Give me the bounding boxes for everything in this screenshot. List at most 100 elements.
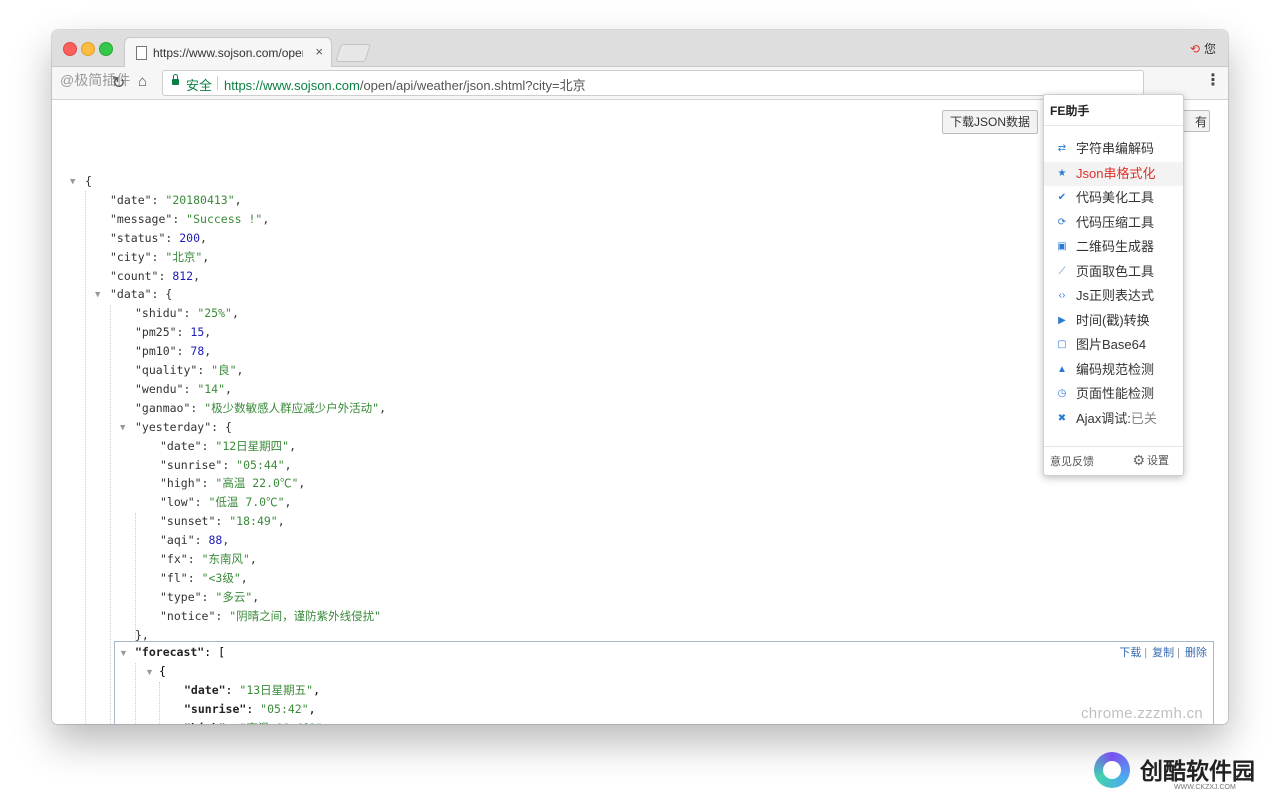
popup-menu-item[interactable]: ▲ 编码规范检测	[1044, 358, 1183, 382]
json-brace: {	[225, 419, 232, 434]
popup-menu-label-text: Json串格式化	[1076, 165, 1156, 181]
popup-menu-item[interactable]: ★ Json串格式化	[1044, 161, 1183, 186]
json-key: "ganmao"	[135, 400, 191, 415]
json-line: "data": {	[110, 285, 172, 304]
json-value: "13日星期五"	[239, 683, 314, 697]
fehelper-popup: FE助手 ⇄ 字符串编解码 ★ Json串格式化 ✔ 代码美化工具 ⟳ 代码压缩工具 ▣ 二维码生…	[1043, 94, 1184, 476]
popup-menu-label-text: Js正则表达式	[1076, 288, 1155, 303]
popup-menu-item[interactable]: ▣ 二维码生成器	[1044, 235, 1183, 259]
collapse-toggle-icon[interactable]: ▼	[145, 667, 154, 677]
json-line: "date": "12日星期四",	[160, 437, 296, 456]
json-key: "high"	[160, 476, 202, 491]
browser-window: https://www.sojson.com/open/ × ⟲ 您 @极简插件 …	[52, 30, 1228, 724]
json-comma: ,	[234, 192, 242, 207]
code-icon: ‹›	[1058, 290, 1066, 301]
json-key: "pm10"	[135, 344, 177, 359]
json-colon: :	[225, 683, 240, 697]
forecast-delete-link[interactable]: 删除	[1185, 647, 1207, 659]
separator: |	[1177, 647, 1180, 659]
popup-menu-item-label: Ajax调试:已关	[1076, 407, 1157, 431]
popup-menu-item[interactable]: ⟳ 代码压缩工具	[1044, 211, 1183, 235]
json-comma: ,	[204, 325, 212, 340]
json-value: "25%"	[197, 306, 232, 321]
indent-guide	[110, 305, 111, 724]
forecast-copy-link[interactable]: 复制	[1152, 647, 1174, 659]
new-tab-button[interactable]	[335, 44, 371, 62]
popup-menu-item[interactable]: ◷ 页面性能检测	[1044, 382, 1183, 406]
settings-button[interactable]: ⚙ 设置	[1132, 452, 1169, 469]
lock-icon	[172, 74, 179, 85]
json-comma: ,	[289, 438, 297, 453]
collapse-toggle-icon[interactable]: ▼	[120, 423, 125, 433]
json-key: "aqi"	[160, 533, 195, 548]
json-key: "high"	[184, 721, 226, 724]
popup-menu-label-text: 二维码生成器	[1076, 239, 1155, 254]
json-comma: ,	[252, 589, 260, 604]
profile-button[interactable]: ⟲ 您	[1190, 40, 1216, 57]
popup-menu-item-label: 二维码生成器	[1076, 235, 1154, 259]
address-bar[interactable]: 安全 https://www.sojson.com/open/api/weath…	[162, 70, 1144, 96]
json-colon: :	[201, 589, 216, 604]
popup-menu-item[interactable]: ✔ 代码美化工具	[1044, 186, 1183, 210]
site-watermark: chrome.zzzmh.cn	[1081, 705, 1204, 722]
forecast-download-link[interactable]: 下载	[1119, 647, 1141, 659]
collapse-toggle-icon[interactable]: ▼	[70, 177, 75, 187]
collapse-toggle-icon[interactable]: ▼	[119, 648, 128, 658]
json-line: "date": "20180413",	[110, 191, 242, 210]
json-colon: :	[204, 645, 219, 659]
json-key: "fl"	[160, 570, 188, 585]
feedback-link[interactable]: 意见反馈	[1050, 453, 1094, 469]
popup-menu-item[interactable]: ‹› Js正则表达式	[1044, 284, 1183, 308]
popup-menu-state: 已关	[1130, 410, 1157, 426]
json-colon: :	[201, 438, 216, 453]
json-brace: {	[85, 174, 92, 188]
window-minimize-button[interactable]	[81, 42, 95, 56]
collapse-toggle-icon[interactable]: ▼	[95, 290, 100, 300]
indent-guide	[159, 682, 160, 724]
json-value: "12日星期四"	[215, 438, 290, 453]
popup-menu-item[interactable]: ▢ 图片Base64	[1044, 333, 1183, 357]
window-maximize-button[interactable]	[99, 42, 113, 56]
popup-menu-item-label: 代码美化工具	[1076, 186, 1154, 210]
popup-menu-label-text: 代码压缩工具	[1076, 214, 1155, 230]
json-line: "high": "高温 22.0℃",	[160, 474, 305, 493]
popup-divider	[1044, 446, 1183, 447]
forecast-block: 下载 | 复制 | 删除 "forecast": [{"date": "13日星期五",…	[114, 641, 1214, 724]
popup-menu-item[interactable]: ⇄ 字符串编解码	[1044, 137, 1183, 161]
popup-menu-label-text: 页面性能检测	[1076, 386, 1155, 401]
json-key: "message"	[110, 211, 173, 226]
window-close-button[interactable]	[63, 42, 77, 56]
tab-close-icon[interactable]: ×	[315, 44, 323, 59]
reload-icon[interactable]: ↻	[112, 73, 125, 93]
json-value: "低温 7.0℃"	[208, 495, 285, 510]
home-icon[interactable]: ⌂	[138, 73, 147, 90]
json-line: "fx": "东南风",	[160, 550, 257, 569]
popup-menu-label-text: 页面取色工具	[1076, 263, 1155, 279]
json-colon: :	[222, 457, 237, 472]
close-icon: ✖	[1057, 412, 1067, 424]
settings-label: 设置	[1147, 455, 1169, 467]
json-value: "14"	[197, 381, 226, 396]
json-line: "message": "Success !",	[110, 210, 269, 229]
json-comma: ,	[249, 552, 257, 566]
popup-menu-item[interactable]: ✖ Ajax调试:已关	[1044, 407, 1183, 431]
popup-menu-item[interactable]: ▶ 时间(戳)转换	[1044, 309, 1183, 333]
warning-icon: ▲	[1057, 363, 1067, 375]
json-key: "low"	[160, 495, 195, 510]
more-menu-icon[interactable]: ⋮	[1205, 70, 1221, 90]
json-line: "high": "高温 11.0℃",	[184, 719, 329, 724]
tab-title: https://www.sojson.com/open/	[153, 46, 303, 60]
forecast-actions: 下载 | 复制 | 删除	[1117, 644, 1207, 660]
download-json-button[interactable]: 下载JSON数据	[942, 110, 1038, 134]
json-key: "fx"	[160, 552, 188, 566]
json-line: "fl": "<3级",	[160, 569, 248, 588]
popup-menu-item[interactable]: ⟋ 页面取色工具	[1044, 260, 1183, 284]
json-comma: ,	[284, 457, 292, 472]
browser-tab[interactable]: https://www.sojson.com/open/ ×	[124, 37, 332, 67]
popup-divider	[1044, 125, 1183, 126]
url-text[interactable]: https://www.sojson.com/open/api/weather/…	[224, 75, 586, 94]
popup-menu-item-label: 页面取色工具	[1076, 260, 1154, 284]
json-line: "yesterday": {	[135, 418, 232, 437]
json-value: "20180413"	[165, 192, 235, 207]
json-key: "count"	[110, 268, 159, 283]
